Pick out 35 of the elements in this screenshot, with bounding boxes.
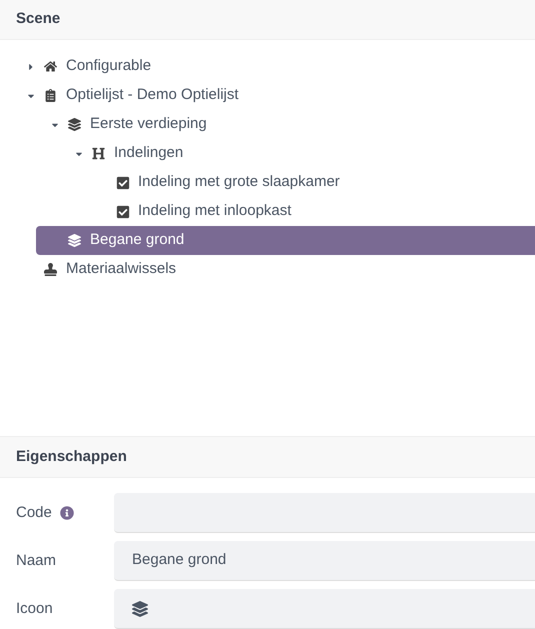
select-field[interactable] — [114, 589, 535, 629]
tree-item[interactable]: Indeling met grote slaapkamer — [0, 168, 535, 197]
panel-title: Eigenschappen — [16, 446, 127, 467]
stamp-icon — [44, 263, 57, 276]
info-icon[interactable] — [60, 506, 74, 520]
select-value: Begane grond — [132, 550, 226, 570]
home-icon — [44, 60, 57, 73]
field-label: Icoon — [16, 598, 53, 619]
clipboard-icon — [44, 89, 57, 102]
tree-item[interactable]: Materiaalwissels — [0, 255, 535, 284]
tree-label: Configurable — [66, 56, 152, 76]
tree-label: Materiaalwissels — [66, 259, 176, 280]
panel-title: Scene — [16, 9, 60, 30]
tree-label: Optielijst - Demo Optielijst — [66, 85, 239, 106]
checkbox[interactable] — [116, 176, 130, 190]
field-label: Code — [16, 502, 52, 523]
tree-item[interactable]: Indeling met inloopkast — [0, 197, 535, 226]
tree-item[interactable]: Configurable — [0, 52, 535, 81]
checkbox[interactable] — [116, 204, 130, 218]
tree-item[interactable]: Begane grond — [36, 226, 535, 255]
tree-label: Begane grond — [90, 230, 184, 250]
heading-icon — [92, 147, 105, 160]
layers-icon — [68, 234, 81, 247]
tree-label: Indeling met inloopkast — [138, 201, 292, 222]
tree-item[interactable]: Eerste verdieping — [0, 110, 535, 139]
tree-item[interactable]: Indelingen — [0, 139, 535, 168]
field-label: Naam — [16, 550, 56, 571]
tree-label: Indeling met grote slaapkamer — [138, 172, 340, 192]
tree-label: Eerste verdieping — [90, 114, 207, 134]
tree-item[interactable]: Optielijst - Demo Optielijst — [0, 81, 535, 110]
tree-label: Indelingen — [114, 143, 184, 164]
layers-icon — [132, 600, 148, 616]
select-field[interactable]: Begane grond — [114, 541, 535, 581]
input-field[interactable] — [114, 493, 535, 533]
layers-icon — [68, 118, 81, 131]
